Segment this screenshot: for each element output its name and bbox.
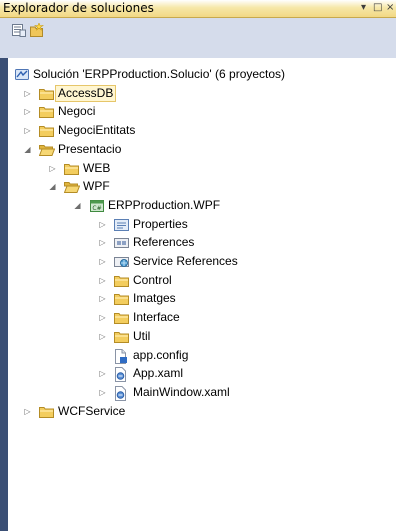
tree-item-label: App.xaml [133,366,184,381]
tree-item-label: MainWindow.xaml [133,384,230,399]
xaml-file-icon [114,367,128,383]
tree-item-label: WEB [83,160,111,175]
collapse-arrow-icon[interactable]: ◢ [48,178,57,195]
folder-icon [114,330,129,343]
collapse-arrow-icon[interactable]: ◢ [73,197,82,214]
tree-item-label: Control [133,272,172,287]
solution-explorer-panel: Explorador de soluciones ▾ □ × Solución … [0,0,396,531]
folder-icon [39,87,54,100]
folder-icon [64,162,79,175]
tree-item-label: Service References [133,254,238,268]
tree-item-label: Presentacio [58,141,122,156]
tree-item-label: AccessDB [55,84,117,102]
tree-item-label: app.config [133,347,189,362]
pin-dropdown-button[interactable]: ▾ [361,2,366,14]
panel-toolbar [0,18,396,58]
close-button[interactable]: × [386,2,394,14]
expand-arrow-icon[interactable]: ▷ [48,160,57,177]
folder-open-icon [38,143,56,156]
expand-arrow-icon[interactable]: ▷ [98,328,107,345]
expand-arrow-icon[interactable]: ▷ [98,234,107,251]
tree-item-label: Interface [133,310,180,325]
expand-arrow-icon[interactable]: ▷ [98,365,107,382]
panel-title-bar[interactable]: Explorador de soluciones ▾ □ × [0,0,396,18]
properties-tool-icon[interactable] [12,22,26,37]
solution-icon [14,68,29,81]
folder-icon [114,274,129,287]
tree-item-label: Imatges [133,291,176,306]
tree-item-label: Util [133,328,151,343]
tree-item-label: References [133,235,195,250]
expand-arrow-icon[interactable]: ▷ [98,309,107,326]
folder-icon [39,124,54,138]
expand-arrow-icon[interactable]: ▷ [98,216,107,233]
tree-item-label: WPF [83,179,110,194]
folder-icon [39,405,54,418]
expand-arrow-icon[interactable]: ▷ [23,122,32,139]
tree-item-label: ERPProduction.WPF [108,197,221,212]
tree-item-label: NegociEntitats [58,123,136,138]
tree-item-label: Properties [133,216,188,231]
wpf-project-icon: C# [89,199,104,212]
properties-icon [114,218,129,231]
folder-icon [114,292,129,306]
restore-button[interactable]: □ [373,2,382,14]
tree-item-label: Solución 'ERPProduction.Solucio' (6 proy… [33,67,286,81]
tree-item-label: WCFService [58,403,126,418]
xaml-file-icon [114,385,128,401]
expand-arrow-icon[interactable]: ▷ [23,103,32,120]
expand-arrow-icon[interactable]: ▷ [23,85,32,102]
expand-arrow-icon[interactable]: ▷ [23,403,32,420]
svg-text:C#: C# [92,205,101,212]
tree-item-label: Negoci [58,104,96,119]
expand-arrow-icon[interactable]: ▷ [98,272,107,289]
references-icon [114,236,129,249]
panel-title: Explorador de soluciones [3,1,154,15]
solution-tree: Solución 'ERPProduction.Solucio' (6 proy… [8,58,396,531]
folder-open-icon [63,180,81,194]
config-file-icon [114,348,128,364]
show-all-files-tool-icon[interactable] [30,22,44,37]
collapse-arrow-icon[interactable]: ◢ [23,141,32,158]
expand-arrow-icon[interactable]: ▷ [98,290,107,307]
expand-arrow-icon[interactable]: ▷ [98,384,107,401]
service-references-icon [114,255,129,268]
expand-arrow-icon[interactable]: ▷ [98,253,107,270]
folder-icon [114,311,129,325]
folder-icon [39,105,54,119]
